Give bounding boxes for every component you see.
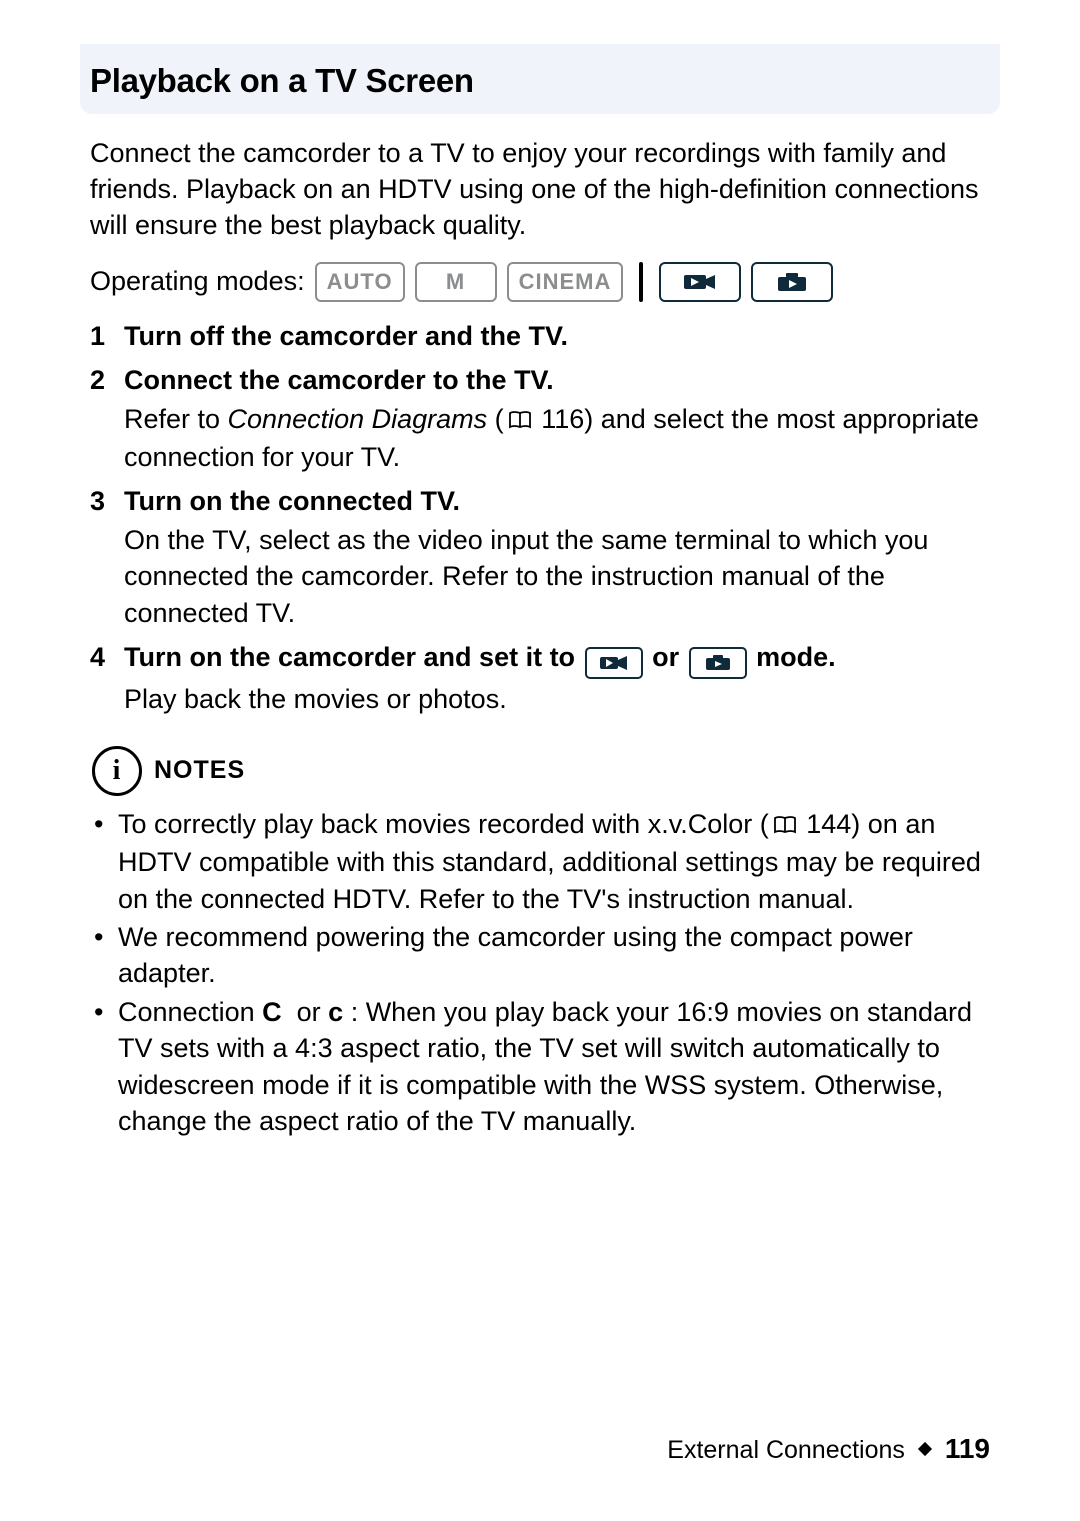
step-4-head: Turn on the camcorder and set it to or m… — [124, 642, 836, 672]
step-3-body: On the TV, select as the video input the… — [124, 522, 1000, 631]
step-2-ref-page: 116 — [541, 404, 584, 434]
note-2: We recommend powering the camcorder usin… — [90, 919, 1000, 992]
photo-play-mode-inline-icon — [689, 647, 747, 679]
footer-section: External Connections — [667, 1436, 905, 1464]
step-3-head: Turn on the connected TV. — [124, 486, 460, 516]
note-3: Connection C or c : When you play back y… — [90, 994, 1000, 1140]
mode-divider — [639, 262, 643, 302]
step-2: Connect the camcorder to the TV. Refer t… — [90, 362, 1000, 475]
step-3: Turn on the connected TV. On the TV, sel… — [90, 483, 1000, 631]
step-2-body: Refer to Connection Diagrams ( 116) and … — [124, 401, 1000, 476]
section-header-band: Playback on a TV Screen — [80, 44, 1000, 114]
step-2-head: Connect the camcorder to the TV. — [124, 365, 554, 395]
page-footer: External Connections 119 — [667, 1433, 990, 1465]
notes-list: To correctly play back movies recorded w… — [80, 806, 1000, 1140]
step-1: Turn off the camcorder and the TV. — [90, 318, 1000, 354]
movie-play-mode-icon — [659, 262, 741, 302]
steps-list: Turn off the camcorder and the TV. Conne… — [80, 318, 1000, 718]
operating-modes-label: Operating modes: — [90, 266, 305, 297]
step-2-ref-label: Connection Diagrams — [228, 404, 488, 434]
book-icon — [773, 808, 797, 844]
mode-auto-icon: AUTO — [315, 262, 405, 302]
step-4: Turn on the camcorder and set it to or m… — [90, 639, 1000, 717]
note-3-prefix: Connection — [118, 997, 262, 1027]
note-1: To correctly play back movies recorded w… — [90, 806, 1000, 917]
step-4-head-suffix: mode. — [756, 642, 836, 672]
note-3-mid: or — [289, 997, 328, 1027]
notes-header: i NOTES — [92, 746, 1000, 796]
notes-label: NOTES — [154, 756, 245, 785]
connection-c-lower: c — [328, 997, 343, 1027]
mode-cinema-icon: CINEMA — [507, 262, 624, 302]
intro-paragraph: Connect the camcorder to a TV to enjoy y… — [90, 136, 1000, 244]
note-1-ref-page: 144 — [806, 809, 851, 839]
footer-page-number: 119 — [945, 1433, 990, 1464]
connection-c-upper: C — [262, 997, 282, 1027]
manual-page: Playback on a TV Screen Connect the camc… — [0, 0, 1080, 1521]
diamond-icon — [918, 1442, 932, 1456]
step-4-body: Play back the movies or photos. — [124, 681, 1000, 717]
info-icon: i — [92, 746, 142, 796]
step-2-prefix: Refer to — [124, 404, 228, 434]
movie-play-mode-inline-icon — [585, 647, 643, 679]
book-icon — [508, 403, 532, 439]
operating-modes-row: Operating modes: AUTO M CINEMA — [90, 262, 1000, 302]
note-1-prefix: To correctly play back movies recorded w… — [118, 809, 769, 839]
photo-play-mode-icon — [751, 262, 833, 302]
step-1-head: Turn off the camcorder and the TV. — [124, 321, 568, 351]
step-4-head-middle: or — [652, 642, 687, 672]
mode-manual-icon: M — [415, 262, 497, 302]
section-title: Playback on a TV Screen — [90, 62, 1000, 100]
step-4-head-prefix: Turn on the camcorder and set it to — [124, 642, 583, 672]
